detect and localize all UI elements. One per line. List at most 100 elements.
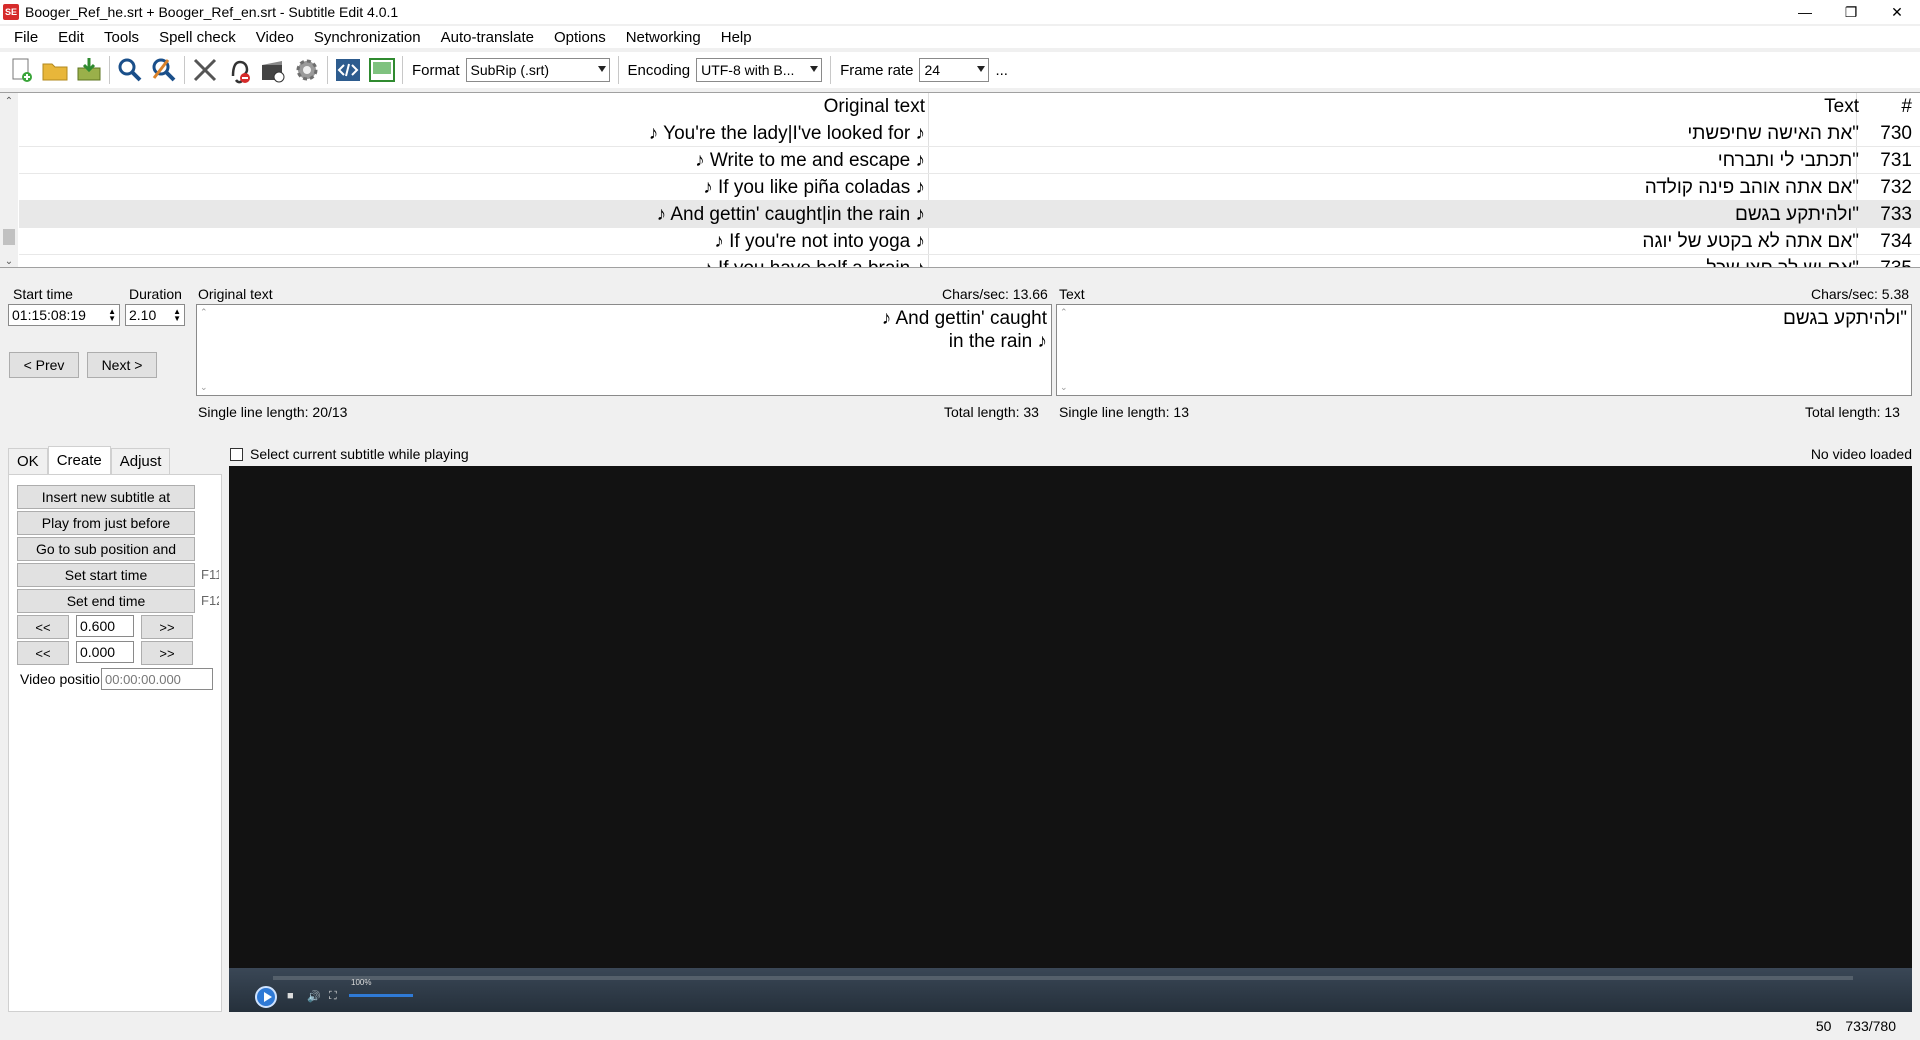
source-view-icon[interactable] — [331, 54, 365, 86]
table-row[interactable]: ♪ If you like piña coladas ♪ "אם אתה אוה… — [19, 174, 1920, 201]
find-icon[interactable] — [113, 54, 147, 86]
spellcheck-ear-icon[interactable] — [222, 54, 256, 86]
set-start-time-button[interactable]: Set start time — [17, 563, 195, 587]
cell-text: "ולהיתקע בגשם — [1734, 204, 1859, 225]
select-while-playing-checkbox[interactable] — [230, 448, 243, 461]
cell-text: "את האישה שחיפשתי — [1687, 123, 1859, 144]
fix-errors-icon[interactable] — [188, 54, 222, 86]
text-label: Text — [1059, 286, 1085, 302]
original-total-length: Total length: 33 — [944, 404, 1039, 420]
start-time-input[interactable]: 01:15:08:19 ▲ ▼ — [8, 304, 120, 326]
open-folder-icon[interactable] — [38, 54, 72, 86]
new-file-icon[interactable] — [4, 54, 38, 86]
more-button[interactable]: ... — [995, 62, 1008, 79]
tab-create[interactable]: Create — [47, 446, 111, 474]
menu-options[interactable]: Options — [544, 29, 616, 46]
minimize-button[interactable]: — — [1782, 0, 1828, 24]
table-row[interactable]: ♪ Write to me and escape ♪ "תכתבי לי ותב… — [19, 147, 1920, 174]
cell-text: "אם יש לך חצי שכל — [929, 258, 1859, 267]
goto-sub-position-button[interactable]: Go to sub position and — [17, 537, 195, 561]
video-position-value: 00:00:00.000 — [105, 671, 181, 687]
menu-networking[interactable]: Networking — [616, 29, 711, 46]
text-box[interactable]: ⌃ ⌄ "ולהיתקע בגשם — [1056, 304, 1912, 396]
header-number[interactable]: # — [1867, 96, 1912, 118]
menu-synchronization[interactable]: Synchronization — [304, 29, 431, 46]
original-text-box[interactable]: ⌃ ⌄ ♪ And gettin' caught in the rain ♪ — [196, 304, 1052, 396]
scroll-thumb[interactable] — [3, 229, 15, 245]
list-view-icon[interactable] — [365, 54, 399, 86]
chevron-down-icon — [977, 66, 986, 72]
set-end-time-button[interactable]: Set end time — [17, 589, 195, 613]
menu-spell-check[interactable]: Spell check — [149, 29, 246, 46]
insert-subtitle-button[interactable]: Insert new subtitle at — [17, 485, 195, 509]
forward-button[interactable]: >> — [141, 615, 193, 639]
menu-tools[interactable]: Tools — [94, 29, 149, 46]
stop-icon[interactable]: ■ — [287, 990, 294, 1002]
restore-button[interactable]: ❐ — [1828, 0, 1874, 24]
format-select[interactable]: SubRip (.srt) — [465, 58, 610, 82]
play-from-before-button[interactable]: Play from just before — [17, 511, 195, 535]
prev-button[interactable]: < Prev — [9, 352, 79, 378]
framerate-select[interactable]: 24 — [919, 58, 990, 82]
settings-gear-icon[interactable] — [290, 54, 324, 86]
text-total-length: Total length: 13 — [1805, 404, 1900, 420]
textbox-scrollbar[interactable]: ⌃ ⌄ — [1057, 305, 1073, 395]
scroll-down-icon[interactable]: ⌄ — [0, 253, 18, 267]
back-button[interactable]: << — [17, 615, 69, 639]
original-text-content: ♪ And gettin' caught in the rain ♪ — [881, 308, 1047, 352]
video-clapper-icon[interactable] — [256, 54, 290, 86]
menu-video[interactable]: Video — [246, 29, 304, 46]
menu-edit[interactable]: Edit — [48, 29, 94, 46]
table-row-selected[interactable]: ♪ And gettin' caught|in the rain ♪ "ולהי… — [19, 201, 1920, 228]
close-button[interactable]: ✕ — [1874, 0, 1920, 24]
menu-bar: File Edit Tools Spell check Video Synchr… — [0, 26, 1920, 48]
toolbar-separator — [830, 56, 832, 84]
volume-icon[interactable]: 🔊 — [307, 990, 321, 1003]
set-start-shortcut: F11 — [201, 567, 219, 582]
cell-original: ♪ You're the lady|I've looked for ♪ — [648, 123, 925, 144]
chevron-down-icon — [597, 66, 606, 72]
forward-button[interactable]: >> — [141, 641, 193, 665]
framerate-value: 24 — [924, 62, 941, 78]
encoding-select[interactable]: UTF-8 with B... — [696, 58, 823, 82]
duration-input[interactable]: 2.10 ▲ ▼ — [125, 304, 185, 326]
tab-ok[interactable]: OK — [8, 448, 48, 474]
video-seek-bar[interactable] — [273, 976, 1853, 980]
video-player[interactable]: ■ 🔊 ⛶ 100% — [229, 466, 1912, 1012]
scroll-up-icon[interactable]: ⌃ — [0, 93, 18, 109]
menu-file[interactable]: File — [0, 29, 48, 46]
menu-help[interactable]: Help — [711, 29, 762, 46]
title-bar: SE Booger_Ref_he.srt + Booger_Ref_en.srt… — [0, 0, 1920, 24]
header-text[interactable]: Text — [929, 96, 1859, 118]
tab-adjust[interactable]: Adjust — [110, 448, 171, 474]
back-button[interactable]: << — [17, 641, 69, 665]
cell-number: 730 — [1880, 123, 1912, 144]
play-icon[interactable] — [255, 986, 277, 1008]
table-row[interactable]: ♪ If you're not into yoga ♪ "אם אתה לא ב… — [19, 228, 1920, 255]
video-controls: ■ 🔊 ⛶ 100% — [229, 968, 1912, 1012]
duration-value: 2.10 — [129, 307, 157, 323]
menu-auto-translate[interactable]: Auto-translate — [431, 29, 544, 46]
save-icon[interactable] — [72, 54, 106, 86]
cell-number: 733 — [1880, 204, 1912, 225]
video-position-input[interactable]: 00:00:00.000 — [101, 668, 213, 690]
step-input-2[interactable]: 0.000 — [76, 641, 134, 663]
encoding-value: UTF-8 with B... — [701, 62, 795, 78]
header-original-text[interactable]: Original text — [19, 96, 925, 118]
original-text-label: Original text — [198, 286, 273, 302]
table-row[interactable]: ♪ You're the lady|I've looked for ♪ "את … — [19, 120, 1920, 147]
textbox-scrollbar[interactable]: ⌃ ⌄ — [197, 305, 213, 395]
cell-original: ♪ If you like piña coladas ♪ — [703, 177, 925, 198]
step-input-1[interactable]: 0.600 — [76, 615, 134, 637]
grid-scrollbar[interactable]: ⌃ ⌄ — [0, 93, 18, 267]
replace-icon[interactable] — [147, 54, 181, 86]
next-button[interactable]: Next > — [87, 352, 157, 378]
cell-original: ♪ If you have half a brain ♪ — [19, 258, 925, 267]
spinner-arrows-icon[interactable]: ▲ ▼ — [108, 308, 116, 323]
spinner-arrows-icon[interactable]: ▲ ▼ — [173, 308, 181, 323]
tool-tabs: OK Create Adjust — [8, 446, 171, 474]
text-single-length: Single line length: 13 — [1059, 404, 1189, 420]
table-row[interactable]: ♪ If you have half a brain ♪ "אם יש לך ח… — [19, 255, 1920, 267]
volume-slider[interactable] — [349, 994, 413, 997]
fullscreen-icon[interactable]: ⛶ — [329, 990, 337, 1003]
